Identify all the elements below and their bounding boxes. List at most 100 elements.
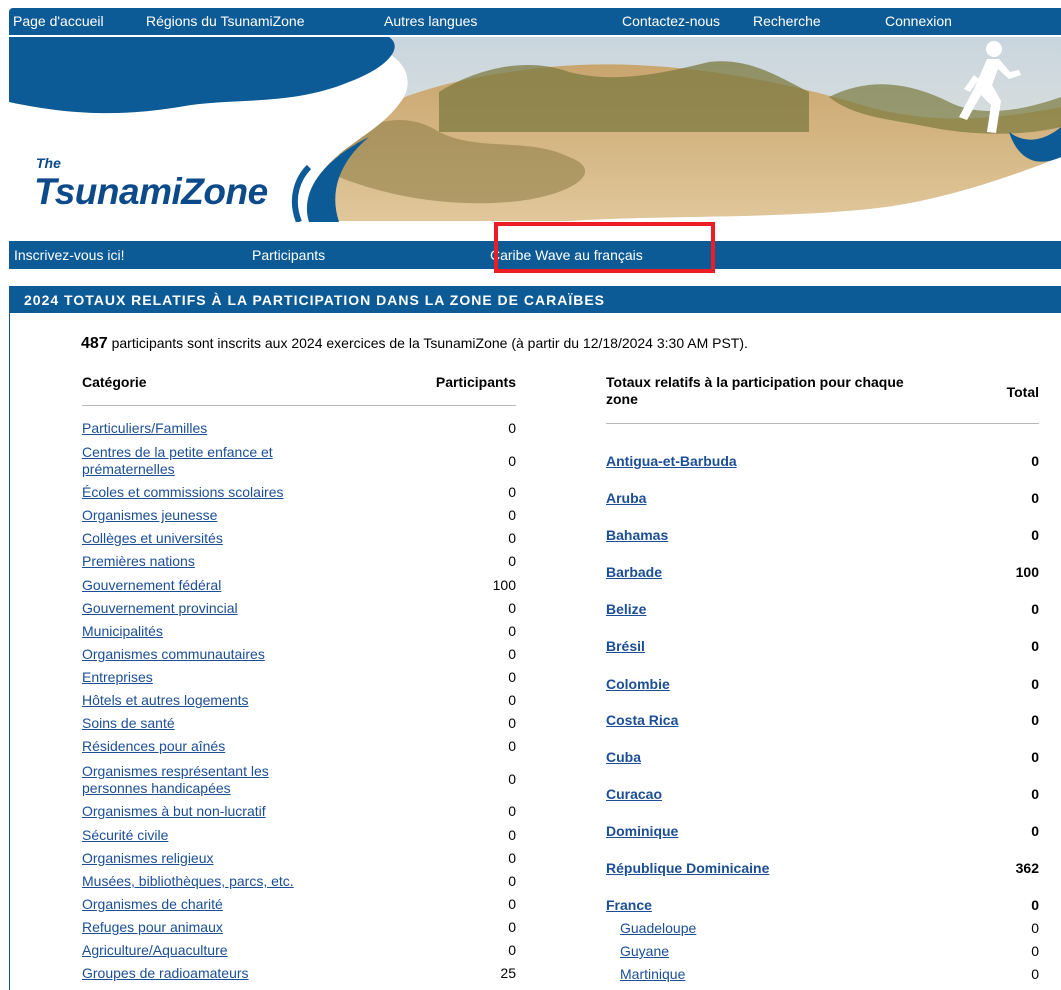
category-value: 0 xyxy=(508,942,516,958)
category-link[interactable]: Organismes resprésentant les personnes h… xyxy=(82,763,322,797)
zone-link[interactable]: Barbade xyxy=(606,564,662,580)
category-value: 0 xyxy=(508,553,516,569)
logo-tsunamizone-text: TsunamiZone xyxy=(34,171,268,212)
zone-total-value: 0 xyxy=(1031,920,1039,936)
category-value: 0 xyxy=(508,646,516,662)
category-link[interactable]: Groupes de radioamateurs xyxy=(82,965,322,982)
right-table-divider xyxy=(606,423,1039,424)
intro-text: 487 participants sont inscrits aux 2024 … xyxy=(81,335,748,353)
category-link[interactable]: Gouvernement provincial xyxy=(82,600,322,617)
panel-title: 2024 TOTAUX RELATIFS À LA PARTICIPATION … xyxy=(10,287,1061,313)
category-value: 0 xyxy=(508,850,516,866)
zone-total-value: 0 xyxy=(1031,676,1039,692)
category-link[interactable]: Organismes communautaires xyxy=(82,646,322,663)
zone-total-value: 0 xyxy=(1031,897,1039,913)
zone-link[interactable]: Antigua-et-Barbuda xyxy=(606,453,737,469)
nav-contact-link[interactable]: Contactez-nous xyxy=(622,13,720,29)
category-link[interactable]: Hôtels et autres logements xyxy=(82,692,322,709)
category-value: 0 xyxy=(508,507,516,523)
subnav-participants-link[interactable]: Participants xyxy=(252,247,325,263)
zone-total-value: 100 xyxy=(1015,564,1039,580)
category-value: 0 xyxy=(508,919,516,935)
category-link[interactable]: Résidences pour aînés xyxy=(82,738,322,755)
category-value: 25 xyxy=(500,965,516,981)
logo-the-text: The xyxy=(36,155,61,171)
category-link[interactable]: Organismes à but non-lucratif xyxy=(82,803,322,820)
zone-link[interactable]: République Dominicaine xyxy=(606,860,769,876)
zone-total-value: 0 xyxy=(1031,786,1039,802)
category-link[interactable]: Municipalités xyxy=(82,623,322,640)
zone-total-value: 0 xyxy=(1031,712,1039,728)
zone-total-value: 0 xyxy=(1031,527,1039,543)
intro-sentence: participants sont inscrits aux 2024 exer… xyxy=(107,335,748,351)
nav-regions-link[interactable]: Régions du TsunamiZone xyxy=(146,13,305,29)
nav-search-link[interactable]: Recherche xyxy=(753,13,821,29)
zone-link[interactable]: Colombie xyxy=(606,676,670,692)
zone-link[interactable]: Brésil xyxy=(606,638,645,654)
category-link[interactable]: Agriculture/Aquaculture xyxy=(82,942,322,959)
zone-total-value: 0 xyxy=(1031,601,1039,617)
category-value: 0 xyxy=(508,738,516,754)
subzone-link[interactable]: Guyane xyxy=(620,943,669,959)
category-value: 0 xyxy=(508,484,516,500)
zone-total-value: 0 xyxy=(1031,749,1039,765)
left-table-divider xyxy=(82,405,516,406)
subzone-link[interactable]: Martinique xyxy=(620,966,685,982)
category-link[interactable]: Centres de la petite enfance et prémater… xyxy=(82,444,322,478)
participant-count: 487 xyxy=(81,335,108,352)
col-header-zone: Totaux relatifs à la participation pour … xyxy=(606,374,904,407)
category-link[interactable]: Premières nations xyxy=(82,553,322,570)
category-value: 0 xyxy=(508,692,516,708)
zone-total-value: 362 xyxy=(1015,860,1039,876)
header-banner: The TsunamiZone xyxy=(9,37,1061,222)
category-link[interactable]: Organismes de charité xyxy=(82,896,322,913)
category-value: 0 xyxy=(508,803,516,819)
category-link[interactable]: Collèges et universités xyxy=(82,530,322,547)
nav-login-link[interactable]: Connexion xyxy=(885,13,952,29)
category-value: 100 xyxy=(492,577,516,593)
zone-link[interactable]: Bahamas xyxy=(606,527,668,543)
zone-link[interactable]: France xyxy=(606,897,652,913)
highlight-box xyxy=(494,222,715,273)
category-link[interactable]: Organismes jeunesse xyxy=(82,507,322,524)
category-value: 0 xyxy=(508,771,516,787)
category-value: 0 xyxy=(508,896,516,912)
category-value: 0 xyxy=(508,873,516,889)
zone-total-value: 0 xyxy=(1031,490,1039,506)
category-value: 0 xyxy=(508,827,516,843)
zone-total-value: 0 xyxy=(1031,638,1039,654)
zone-link[interactable]: Dominique xyxy=(606,823,678,839)
zone-total-value: 0 xyxy=(1031,966,1039,982)
category-link[interactable]: Sécurité civile xyxy=(82,827,322,844)
col-header-category: Catégorie xyxy=(82,374,147,390)
zone-total-value: 0 xyxy=(1031,453,1039,469)
zone-link[interactable]: Cuba xyxy=(606,749,641,765)
subnav-register-link[interactable]: Inscrivez-vous ici! xyxy=(14,247,124,263)
subzone-link[interactable]: Guadeloupe xyxy=(620,920,696,936)
zone-link[interactable]: Curacao xyxy=(606,786,662,802)
category-link[interactable]: Écoles et commissions scolaires xyxy=(82,484,322,501)
category-link[interactable]: Soins de santé xyxy=(82,715,322,732)
category-link[interactable]: Particuliers/Familles xyxy=(82,420,322,437)
nav-home-link[interactable]: Page d'accueil xyxy=(13,13,104,29)
category-value: 0 xyxy=(508,453,516,469)
col-header-total: Total xyxy=(1006,384,1039,400)
zone-link[interactable]: Costa Rica xyxy=(606,712,678,728)
category-value: 0 xyxy=(508,715,516,731)
col-header-participants: Participants xyxy=(435,374,516,390)
zone-total-value: 0 xyxy=(1031,943,1039,959)
category-value: 0 xyxy=(508,530,516,546)
category-link[interactable]: Gouvernement fédéral xyxy=(82,577,322,594)
category-value: 0 xyxy=(508,623,516,639)
nav-languages-link[interactable]: Autres langues xyxy=(384,13,477,29)
category-value: 0 xyxy=(508,420,516,436)
zone-link[interactable]: Belize xyxy=(606,601,646,617)
category-link[interactable]: Musées, bibliothèques, parcs, etc. xyxy=(82,873,322,890)
category-value: 0 xyxy=(508,600,516,616)
zone-total-value: 0 xyxy=(1031,823,1039,839)
category-link[interactable]: Entreprises xyxy=(82,669,322,686)
category-link[interactable]: Organismes religieux xyxy=(82,850,322,867)
category-value: 0 xyxy=(508,669,516,685)
category-link[interactable]: Refuges pour animaux xyxy=(82,919,322,936)
zone-link[interactable]: Aruba xyxy=(606,490,646,506)
